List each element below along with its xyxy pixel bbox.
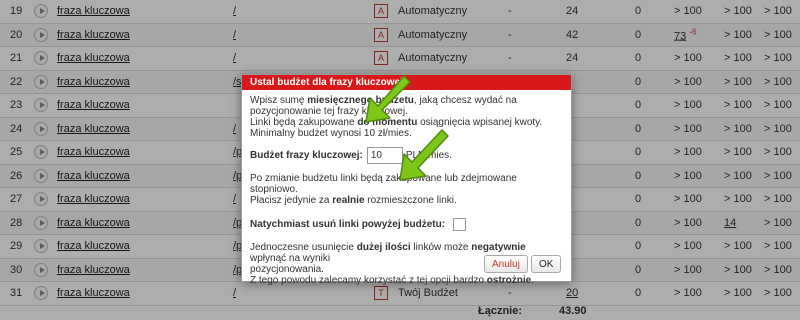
arrow-to-checkbox-icon — [399, 129, 449, 181]
dialog-footer: Anuluj OK — [242, 255, 571, 275]
remove-links-label: Natychmiast usuń linki powyżej budżetu: — [250, 218, 446, 230]
arrow-to-budget-icon — [365, 75, 411, 123]
cancel-button[interactable]: Anuluj — [484, 255, 528, 273]
remove-links-checkbox[interactable] — [453, 217, 467, 231]
remove-field-row: Natychmiast usuń linki powyżej budżetu: — [250, 215, 563, 233]
change-line-2: Płacisz jedynie za realnie rozmieszczone… — [250, 195, 457, 206]
budget-label: Budżet frazy kluczowej: — [250, 149, 363, 161]
ok-button[interactable]: OK — [531, 255, 562, 273]
warning-line-3: Z tego powodu zalecamy korzystać z tej o… — [250, 275, 535, 286]
